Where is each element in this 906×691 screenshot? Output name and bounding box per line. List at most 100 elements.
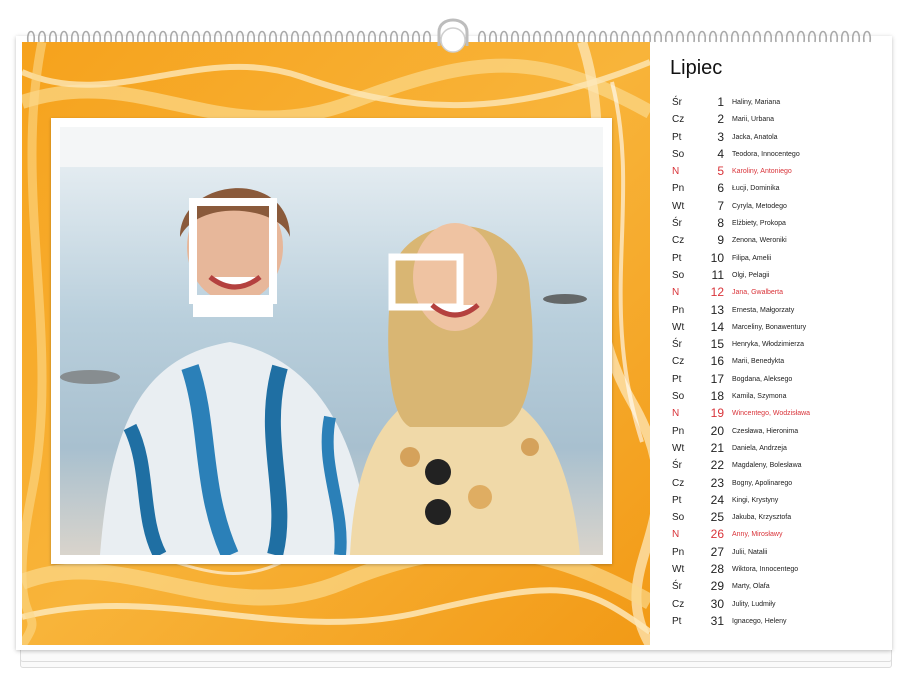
hanger-hook-icon xyxy=(436,10,470,54)
day-number: 1 xyxy=(717,95,724,109)
day-row: Cz 16 Marii, Benedykta xyxy=(668,353,888,370)
day-number: 17 xyxy=(710,371,724,386)
day-name-days: Zenona, Weroniki xyxy=(732,237,787,245)
day-row: Pt 24 Kingi, Krystyny xyxy=(668,492,888,509)
day-name-days: Czesława, Hieronima xyxy=(732,427,799,435)
day-row: N 12 Jana, Gwalberta xyxy=(668,284,888,301)
day-weekday: Śr xyxy=(672,460,682,472)
day-name-days: Henryka, Włodzimierza xyxy=(732,341,804,349)
day-name-days: Julity, Ludmiły xyxy=(732,600,776,608)
day-row: Śr 29 Marty, Olafa xyxy=(668,578,888,595)
day-weekday: Pt xyxy=(672,494,682,506)
day-row: Pt 3 Jacka, Anatola xyxy=(668,129,888,146)
day-row: So 11 Olgi, Pelagii xyxy=(668,267,888,284)
day-name-days: Jana, Gwalberta xyxy=(732,289,783,297)
day-name-days: Marty, Olafa xyxy=(732,583,770,591)
day-name-days: Haliny, Mariana xyxy=(732,99,781,106)
day-row: Śr 1 Haliny, Mariana xyxy=(668,94,888,111)
day-number: 4 xyxy=(717,146,724,161)
day-number: 20 xyxy=(710,423,724,438)
day-weekday: Pt xyxy=(672,373,682,385)
day-number: 31 xyxy=(710,613,724,628)
day-number: 3 xyxy=(717,129,724,144)
day-name-days: Bogdana, Aleksego xyxy=(732,375,793,383)
day-weekday: So xyxy=(672,269,685,281)
day-number: 25 xyxy=(710,510,724,525)
day-row: Wt 21 Daniela, Andrzeja xyxy=(668,440,888,457)
day-weekday: Cz xyxy=(672,235,685,247)
day-row: N 19 Wincentego, Wodzisława xyxy=(668,405,888,422)
day-weekday: Pt xyxy=(672,615,682,627)
day-name-days: Ernesta, Małgorzaty xyxy=(732,306,795,314)
day-name-days: Jacka, Anatola xyxy=(732,133,778,141)
day-number: 24 xyxy=(710,492,724,507)
day-weekday: So xyxy=(672,391,685,403)
day-number: 11 xyxy=(711,267,724,282)
day-number: 30 xyxy=(710,596,724,611)
day-name-days: Teodora, Innocentego xyxy=(732,150,800,158)
day-weekday: Wt xyxy=(672,442,685,454)
day-name-days: Cyryla, Metodego xyxy=(732,202,787,210)
month-title: Lipiec xyxy=(670,57,723,79)
day-number: 7 xyxy=(717,198,724,213)
day-name-days: Magdaleny, Bolesława xyxy=(732,462,802,470)
day-row: So 4 Teodora, Innocentego xyxy=(668,146,888,163)
day-row: Pn 27 Julii, Natalii xyxy=(668,544,888,561)
beach-photo-illustration xyxy=(60,127,603,555)
day-row: Cz 30 Julity, Ludmiły xyxy=(668,596,888,613)
day-number: 18 xyxy=(710,389,724,404)
day-number: 15 xyxy=(710,337,724,352)
day-list: Śr 1 Haliny, Mariana Cz 2 Marii, Urbana Pt 3 Jac… xyxy=(668,94,888,630)
day-row: Cz 9 Zenona, Weroniki xyxy=(668,232,888,249)
day-name-days: Karoliny, Antoniego xyxy=(732,168,792,176)
calendar-photo xyxy=(60,127,603,555)
day-row: Wt 14 Marceliny, Bonawentury xyxy=(668,319,888,336)
day-weekday: Cz xyxy=(672,114,685,126)
day-name-days: Ignacego, Heleny xyxy=(732,617,787,625)
day-row: Śr 22 Magdaleny, Bolesława xyxy=(668,457,888,474)
day-number: 9 xyxy=(717,233,724,248)
day-name-days: Bogny, Apolinarego xyxy=(732,479,793,487)
day-number: 28 xyxy=(710,562,724,577)
day-weekday: Cz xyxy=(672,477,685,489)
day-number: 12 xyxy=(710,285,724,300)
day-name-days: Łucji, Dominika xyxy=(732,185,780,193)
day-row: Pn 20 Czesława, Hieronima xyxy=(668,423,888,440)
day-row: N 5 Karoliny, Antoniego xyxy=(668,163,888,180)
day-name-days: Julii, Natalii xyxy=(732,548,768,556)
day-row: Pt 10 Filipa, Amelii xyxy=(668,250,888,267)
day-row: Wt 7 Cyryla, Metodego xyxy=(668,198,888,215)
day-number: 22 xyxy=(710,458,724,473)
day-name-days: Marii, Urbana xyxy=(732,116,775,124)
day-weekday: So xyxy=(672,148,685,160)
day-name-days: Elżbiety, Prokopa xyxy=(732,220,786,228)
day-number: 27 xyxy=(710,544,724,559)
day-row: Wt 28 Wiktora, Innocentego xyxy=(668,561,888,578)
day-number: 13 xyxy=(710,302,724,317)
day-row: So 25 Jakuba, Krzysztofa xyxy=(668,509,888,526)
day-name-days: Kingi, Krystyny xyxy=(732,496,779,504)
day-number: 10 xyxy=(710,250,724,265)
day-name-days: Olgi, Pelagii xyxy=(732,271,770,279)
day-weekday: So xyxy=(672,512,685,524)
day-weekday: N xyxy=(672,408,680,420)
day-weekday: Śr xyxy=(672,218,682,230)
day-weekday: Śr xyxy=(672,339,682,351)
day-name-days: Marceliny, Bonawentury xyxy=(732,323,807,331)
day-name-days: Daniela, Andrzeja xyxy=(732,444,787,452)
day-weekday: Wt xyxy=(672,321,685,333)
day-weekday: N xyxy=(672,287,680,299)
day-name-days: Filipa, Amelii xyxy=(732,254,772,262)
day-row: Cz 2 Marii, Urbana xyxy=(668,111,888,128)
day-weekday: Pn xyxy=(672,546,685,558)
day-number: 5 xyxy=(717,164,724,179)
day-row: Cz 23 Bogny, Apolinarego xyxy=(668,475,888,492)
day-name-days: Marii, Benedykta xyxy=(732,358,785,366)
day-number: 6 xyxy=(717,181,724,196)
day-weekday: Pn xyxy=(672,183,685,195)
day-row: Pt 31 Ignacego, Heleny xyxy=(668,613,888,630)
day-row: N 26 Anny, Mirosławy xyxy=(668,526,888,543)
day-number: 21 xyxy=(710,440,724,455)
day-name-days: Wiktora, Innocentego xyxy=(732,566,799,574)
day-number: 16 xyxy=(710,354,724,369)
